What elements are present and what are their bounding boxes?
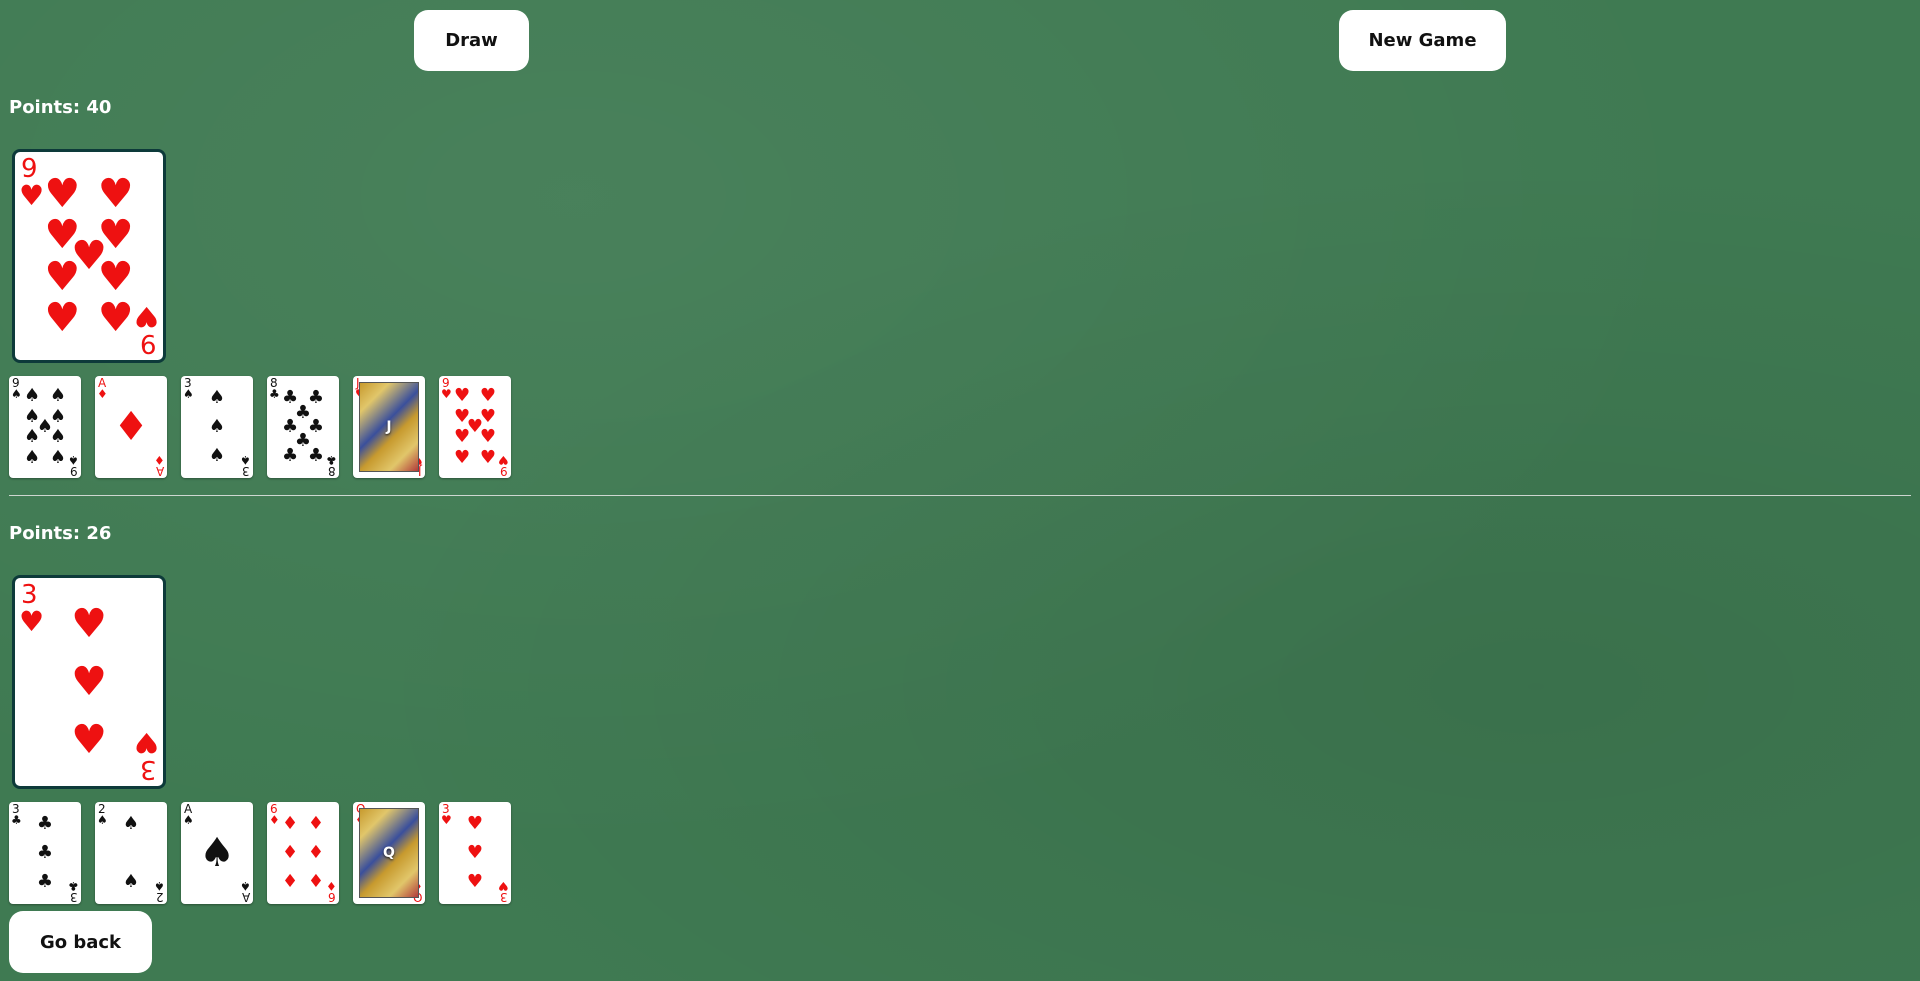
new-game-button[interactable]: New Game — [1339, 10, 1506, 71]
player-top-hand-card: 3 ♠ 3 ♠ ♠ ♠ ♠ — [181, 376, 253, 478]
suit-pip-icon: ♥ — [479, 426, 497, 448]
suit-pip-icon: ♥ — [479, 385, 497, 407]
player-top-hand-card: 9 ♠ 9 ♠ ♠ ♠ ♠ ♠ ♠ ♠ ♠ ♠ ♠ — [9, 376, 81, 478]
suit-pip-icon: ♥ — [453, 385, 471, 407]
player-top-points: Points: 40 — [9, 97, 112, 118]
suit-pip-icon: ♠ — [122, 813, 140, 835]
player-top-hand-card: 8 ♣ 8 ♣ ♣ ♣ ♣ ♣ ♣ ♣ ♣ ♣ — [267, 376, 339, 478]
suit-pip-icon: ♥ — [71, 659, 107, 705]
card-suit-icon: ♠ — [183, 387, 194, 401]
card-suit-icon: ♣ — [11, 813, 22, 827]
suit-pip-icon: ♦ — [281, 813, 299, 835]
card-suit-icon: ♠ — [97, 813, 108, 827]
player-bottom-hand-card: 3 ♥ 3 ♥ ♥ ♥ ♥ — [439, 802, 511, 904]
suit-pip-icon: ♣ — [36, 813, 54, 835]
suit-pip-icon: ♣ — [36, 870, 54, 892]
card-suit-icon: ♥ — [19, 179, 45, 212]
player-bottom-points: Points: 26 — [9, 523, 112, 544]
suit-pip-icon: ♠ — [23, 446, 41, 468]
card-suit-icon: ♥ — [441, 387, 452, 401]
suit-pip-icon: ♥ — [71, 717, 107, 764]
card-suit-icon-bottom: ♥ — [133, 300, 159, 333]
card-rank-bottom: 3 — [140, 754, 157, 784]
card-suit-icon-bottom: ♥ — [498, 453, 509, 467]
suit-pip-icon: ♥ — [479, 446, 497, 468]
suit-pip-icon: ♠ — [49, 385, 67, 407]
suit-pip-icon: ♠ — [49, 426, 67, 448]
suit-pip-icon: ♠ — [199, 830, 235, 876]
face-card-label: Q — [383, 845, 395, 861]
suit-pip-icon: ♥ — [453, 446, 471, 468]
suit-pip-icon: ♥ — [44, 253, 81, 300]
card-suit-icon-bottom: ♦ — [326, 879, 337, 893]
card-suit-icon: ♦ — [97, 387, 108, 401]
suit-pip-icon: ♥ — [466, 842, 484, 863]
player-bottom-hand-card: 2 ♠ 2 ♠ ♠ ♠ — [95, 802, 167, 904]
player-top-hand-card: 9 ♥ 9 ♥ ♥ ♥ ♥ ♥ ♥ ♥ ♥ ♥ ♥ — [439, 376, 511, 478]
suit-pip-icon: ♦ — [281, 870, 299, 892]
card-suit-icon-bottom: ♠ — [240, 879, 251, 893]
player-bottom-hand-card: 6 ♦ 6 ♦ ♦ ♦ ♦ ♦ ♦ ♦ — [267, 802, 339, 904]
table-divider — [9, 495, 1911, 496]
suit-pip-icon: ♥ — [97, 170, 134, 217]
card-suit-icon-bottom: ♦ — [154, 453, 165, 467]
suit-pip-icon: ♣ — [36, 842, 54, 863]
card-suit-icon-bottom: ♠ — [68, 453, 79, 467]
player-bottom-hand-card: Q♦Q♦Q — [353, 802, 425, 904]
card-suit-icon-bottom: ♠ — [240, 453, 251, 467]
suit-pip-icon: ♥ — [97, 295, 134, 342]
card-suit-icon-bottom: ♣ — [68, 879, 79, 893]
suit-pip-icon: ♥ — [97, 253, 134, 300]
card-suit-icon-bottom: ♥ — [133, 726, 159, 759]
card-suit-icon-bottom: ♠ — [154, 879, 165, 893]
suit-pip-icon: ♥ — [466, 870, 484, 892]
player-top-hand-card: A ♦ A ♦ ♦ — [95, 376, 167, 478]
suit-pip-icon: ♥ — [453, 426, 471, 448]
suit-pip-icon: ♦ — [307, 842, 325, 863]
suit-pip-icon: ♠ — [208, 387, 226, 409]
card-suit-icon: ♥ — [441, 813, 452, 827]
card-suit-icon-bottom: ♥ — [498, 879, 509, 893]
suit-pip-icon: ♥ — [466, 813, 484, 835]
suit-pip-icon: ♣ — [307, 444, 325, 466]
suit-pip-icon: ♦ — [307, 813, 325, 835]
suit-pip-icon: ♦ — [307, 870, 325, 892]
card-suit-icon: ♠ — [11, 387, 22, 401]
suit-pip-icon: ♦ — [281, 842, 299, 863]
suit-pip-icon: ♣ — [281, 444, 299, 466]
suit-pip-icon: ♠ — [122, 870, 140, 892]
suit-pip-icon: ♥ — [71, 600, 107, 647]
player-bottom-big-card: 3 ♥ 3 ♥ ♥ ♥ ♥ — [12, 575, 166, 789]
face-card-art: J — [359, 382, 419, 472]
card-suit-icon: ♠ — [183, 813, 194, 827]
suit-pip-icon: ♦ — [113, 404, 149, 450]
suit-pip-icon: ♠ — [23, 426, 41, 448]
suit-pip-icon: ♠ — [49, 446, 67, 468]
face-card-art: Q — [359, 808, 419, 898]
suit-pip-icon: ♠ — [208, 416, 226, 437]
card-suit-icon: ♣ — [269, 387, 280, 401]
player-top-big-card: 9 ♥ 9 ♥ ♥ ♥ ♥ ♥ ♥ ♥ ♥ ♥ ♥ — [12, 149, 166, 363]
player-top-hand-card: J♥J♥J — [353, 376, 425, 478]
card-rank-bottom: 9 — [140, 328, 157, 358]
card-suit-icon: ♥ — [19, 605, 45, 638]
card-suit-icon: ♦ — [269, 813, 280, 827]
suit-pip-icon: ♠ — [23, 385, 41, 407]
player-bottom-hand-card: 3 ♣ 3 ♣ ♣ ♣ ♣ — [9, 802, 81, 904]
face-card-label: J — [386, 419, 392, 435]
suit-pip-icon: ♥ — [44, 170, 81, 217]
suit-pip-icon: ♥ — [44, 295, 81, 342]
card-suit-icon-bottom: ♣ — [326, 453, 337, 467]
player-bottom-hand-card: A ♠ A ♠ ♠ — [181, 802, 253, 904]
draw-button[interactable]: Draw — [414, 10, 529, 71]
suit-pip-icon: ♠ — [208, 444, 226, 466]
go-back-button[interactable]: Go back — [9, 911, 152, 973]
